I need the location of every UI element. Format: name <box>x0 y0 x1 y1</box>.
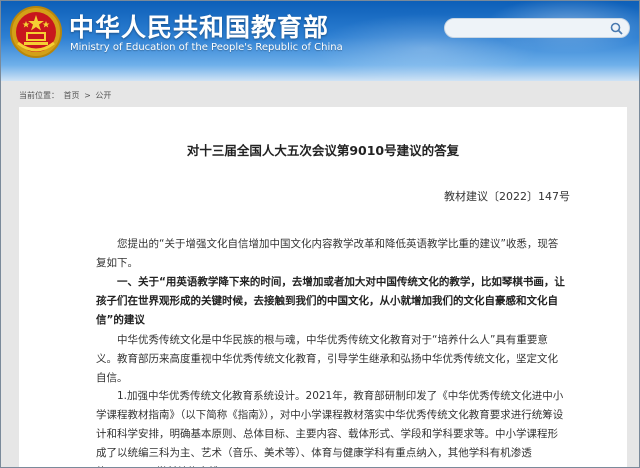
site-subtitle: Ministry of Education of the People's Re… <box>70 42 343 53</box>
paragraph-section-heading: 一、关于“用英语教学降下来的时间，去增加或者加大对中国传统文化的教学，比如琴棋书… <box>96 276 565 326</box>
paragraph-intro: 您提出的“关于增强文化自信增加中国文化内容教学改革和降低英语教学比重的建议”收悉… <box>96 238 559 269</box>
search-input[interactable] <box>453 21 603 35</box>
site-header: 中华人民共和国教育部 Ministry of Education of the … <box>1 1 639 81</box>
browser-page: 中华人民共和国教育部 Ministry of Education of the … <box>0 0 640 468</box>
breadcrumb-prefix: 当前位置： <box>19 91 59 100</box>
document-number: 教材建议〔2022〕147号 <box>444 190 570 203</box>
search-icon[interactable] <box>610 22 623 35</box>
document-card: 对十三届全国人大五次会议第9010号建议的答复 教材建议〔2022〕147号 您… <box>19 107 627 467</box>
header-background-art <box>281 1 639 81</box>
breadcrumb: 当前位置： 首页 > 公开 <box>19 90 113 101</box>
national-emblem-icon[interactable] <box>9 5 63 59</box>
paragraph-body-2: 1.加强中华优秀传统文化教育系统设计。2021年，教育部研制印发了《中华优秀传统… <box>96 390 564 467</box>
breadcrumb-home-link[interactable]: 首页 <box>64 91 80 100</box>
breadcrumb-separator: > <box>84 91 91 100</box>
breadcrumb-public-link[interactable]: 公开 <box>95 91 111 100</box>
site-title[interactable]: 中华人民共和国教育部 <box>69 8 329 44</box>
paragraph-body-1: 中华优秀传统文化是中华民族的根与魂，中华优秀传统文化教育对于“培养什么人”具有重… <box>96 334 558 384</box>
document-title: 对十三届全国人大五次会议第9010号建议的答复 <box>186 143 460 158</box>
search-box <box>444 18 630 38</box>
